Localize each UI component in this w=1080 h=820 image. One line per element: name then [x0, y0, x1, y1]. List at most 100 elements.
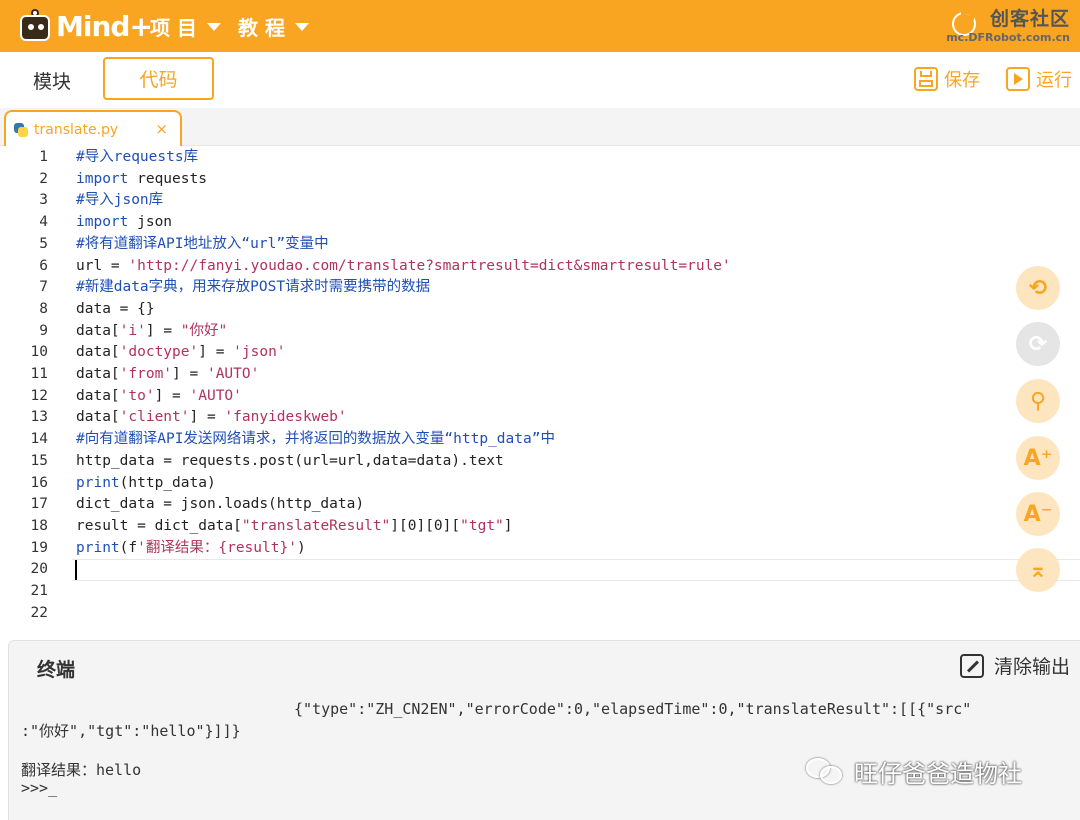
- code-text: data = {}: [76, 299, 155, 321]
- chevron-down-icon: [294, 22, 309, 31]
- code-line[interactable]: 8 data = {}: [0, 299, 1080, 321]
- code-token: print: [76, 539, 120, 556]
- brand-name: 创客社区: [989, 8, 1070, 30]
- code-token: "tgt": [460, 517, 504, 534]
- code-token: "translateResult": [241, 517, 391, 534]
- code-token: data[: [76, 409, 120, 426]
- chevron-down-icon: [206, 22, 221, 31]
- clear-output-button[interactable]: 清除输出: [959, 652, 1070, 679]
- code-token: 'AUTO': [206, 366, 260, 382]
- code-line[interactable]: 15 http_data = requests.post(url=url,data…: [0, 451, 1080, 473]
- line-number: 20: [30, 561, 48, 578]
- brand-url: mc.DFRobot.com.cn: [946, 31, 1070, 44]
- code-line[interactable]: 20: [0, 559, 1080, 581]
- line-number: 7: [39, 279, 48, 296]
- code-line[interactable]: 10 data['doctype'] = 'json': [0, 342, 1080, 364]
- line-number: 12: [30, 387, 48, 404]
- code-text: http_data = requests.post(url=url,data=d…: [76, 451, 504, 473]
- code-line[interactable]: 21: [0, 581, 1080, 603]
- code-text: data['i'] = "你好": [76, 321, 227, 343]
- run-button[interactable]: 运行: [1006, 66, 1072, 92]
- code-token: ][0][0][: [390, 517, 461, 534]
- font-decrease-button[interactable]: A⁻: [1016, 492, 1060, 536]
- code-text: dict_data = json.loads(http_data): [76, 494, 364, 516]
- redo-button[interactable]: ⟳: [1016, 322, 1060, 366]
- terminal-output-line: {"type":"ZH_CN2EN","errorCode":0,"elapse…: [294, 700, 972, 718]
- code-line[interactable]: 3 #导入json库: [0, 190, 1080, 212]
- code-token: 'json': [233, 344, 286, 361]
- line-number: 3: [39, 192, 48, 209]
- search-icon: ⚲: [1029, 388, 1047, 414]
- file-tab-bar: translate.py ×: [0, 108, 1080, 147]
- save-button[interactable]: 保存: [914, 66, 980, 92]
- dfrobot-brand: DF创客社区 mc.DFRobot.com.cn: [946, 4, 1070, 44]
- code-line[interactable]: 7 #新建data字典，用来存放POST请求时需要携带的数据: [0, 277, 1080, 299]
- code-token: 'fanyideskweb': [224, 409, 347, 426]
- code-line[interactable]: 2 import requests: [0, 169, 1080, 191]
- code-line[interactable]: 6 url = 'http://fanyi.youdao.com/translat…: [0, 256, 1080, 278]
- scroll-top-icon: ⌅: [1028, 557, 1048, 583]
- code-token: "你好": [180, 322, 228, 339]
- code-line[interactable]: 16 print(http_data): [0, 473, 1080, 495]
- search-button[interactable]: ⚲: [1016, 379, 1060, 423]
- font-increase-button[interactable]: A⁺: [1016, 436, 1060, 480]
- code-line[interactable]: 14 #向有道翻译API发送网络请求，并将返回的数据放入变量“http_data”…: [0, 429, 1080, 451]
- brand-df: DF: [959, 8, 990, 30]
- code-editor[interactable]: 1 #导入requests库 2 import requests 3 #导入json库 4 i…: [0, 146, 1080, 636]
- code-token: #向有道翻译API发送网络请求，并将返回的数据放入变量“http_data”中: [76, 431, 555, 448]
- code-text: url = 'http://fanyi.youdao.com/translate…: [76, 256, 731, 278]
- line-number: 1: [39, 149, 48, 165]
- code-line[interactable]: 11 data['from'] = 'AUTO': [0, 364, 1080, 386]
- code-token: ] =: [198, 344, 234, 361]
- code-text: print(http_data): [76, 473, 216, 495]
- line-number: 5: [39, 235, 48, 252]
- code-line[interactable]: 13 data['client'] = 'fanyideskweb': [0, 407, 1080, 429]
- menu-project-label: 项 目: [150, 16, 197, 40]
- redo-icon: ⟳: [1028, 331, 1048, 357]
- code-line[interactable]: 22: [0, 603, 1080, 625]
- code-line[interactable]: 5 #将有道翻译API地址放入“url”变量中: [0, 234, 1080, 256]
- code-token: data[: [76, 387, 120, 404]
- code-line[interactable]: 12 data['to'] = 'AUTO': [0, 386, 1080, 408]
- code-token: result = dict_data[: [76, 517, 242, 534]
- code-token: #新建data字典，用来存放POST请求时需要携带的数据: [76, 279, 431, 296]
- menu-project[interactable]: 项 目: [150, 12, 221, 41]
- code-token: ] =: [145, 322, 181, 339]
- undo-icon: ⟲: [1028, 275, 1048, 301]
- code-token: dict_data = json.loads(http_data): [76, 496, 365, 513]
- code-line[interactable]: 17 dict_data = json.loads(http_data): [0, 494, 1080, 516]
- terminal-title: 终端: [37, 659, 76, 681]
- undo-button[interactable]: ⟲: [1016, 266, 1060, 310]
- code-token: 'doctype': [119, 344, 199, 361]
- code-token: data[: [76, 344, 120, 361]
- code-token: 'AUTO': [189, 387, 242, 404]
- terminal-prompt[interactable]: >>>_: [21, 779, 57, 797]
- code-token: '翻译结果：{result}': [137, 539, 297, 556]
- code-token: #导入requests库: [76, 149, 199, 165]
- run-label: 运行: [1036, 70, 1072, 91]
- code-line[interactable]: 9 data['i'] = "你好": [0, 321, 1080, 343]
- tab-code[interactable]: 代码: [103, 57, 214, 100]
- code-token: 'from': [119, 366, 173, 382]
- line-number: 6: [39, 257, 48, 274]
- line-number: 13: [30, 409, 48, 426]
- code-line[interactable]: 18 result = dict_data["translateResult"][…: [0, 516, 1080, 538]
- code-line[interactable]: 1 #导入requests库: [0, 147, 1080, 169]
- menu-tutorial[interactable]: 教 程: [238, 12, 309, 41]
- mode-toolbar: 模块 代码 保存 运行: [0, 52, 1080, 108]
- close-icon[interactable]: ×: [155, 120, 168, 138]
- line-number: 15: [30, 452, 48, 469]
- code-token: json: [128, 214, 173, 231]
- terminal-output-line: 翻译结果：hello: [21, 761, 142, 779]
- code-line[interactable]: 4 import json: [0, 212, 1080, 234]
- line-number: 18: [30, 517, 48, 534]
- tab-modules[interactable]: 模块: [0, 58, 104, 102]
- code-token: #将有道翻译API地址放入“url”变量中: [76, 235, 329, 252]
- code-token: 'to': [119, 387, 155, 404]
- line-number: 14: [30, 431, 48, 448]
- code-token: 'http://fanyi.youdao.com/translate?smart…: [128, 257, 731, 274]
- file-tab-translate[interactable]: translate.py ×: [4, 110, 182, 147]
- code-line[interactable]: 19 print(f'翻译结果：{result}'): [0, 538, 1080, 560]
- top-menu-bar: Mind+ 项 目 教 程 DF创客社区 mc.DFRobot.com.cn: [0, 0, 1080, 52]
- scroll-top-button[interactable]: ⌅: [1016, 548, 1060, 592]
